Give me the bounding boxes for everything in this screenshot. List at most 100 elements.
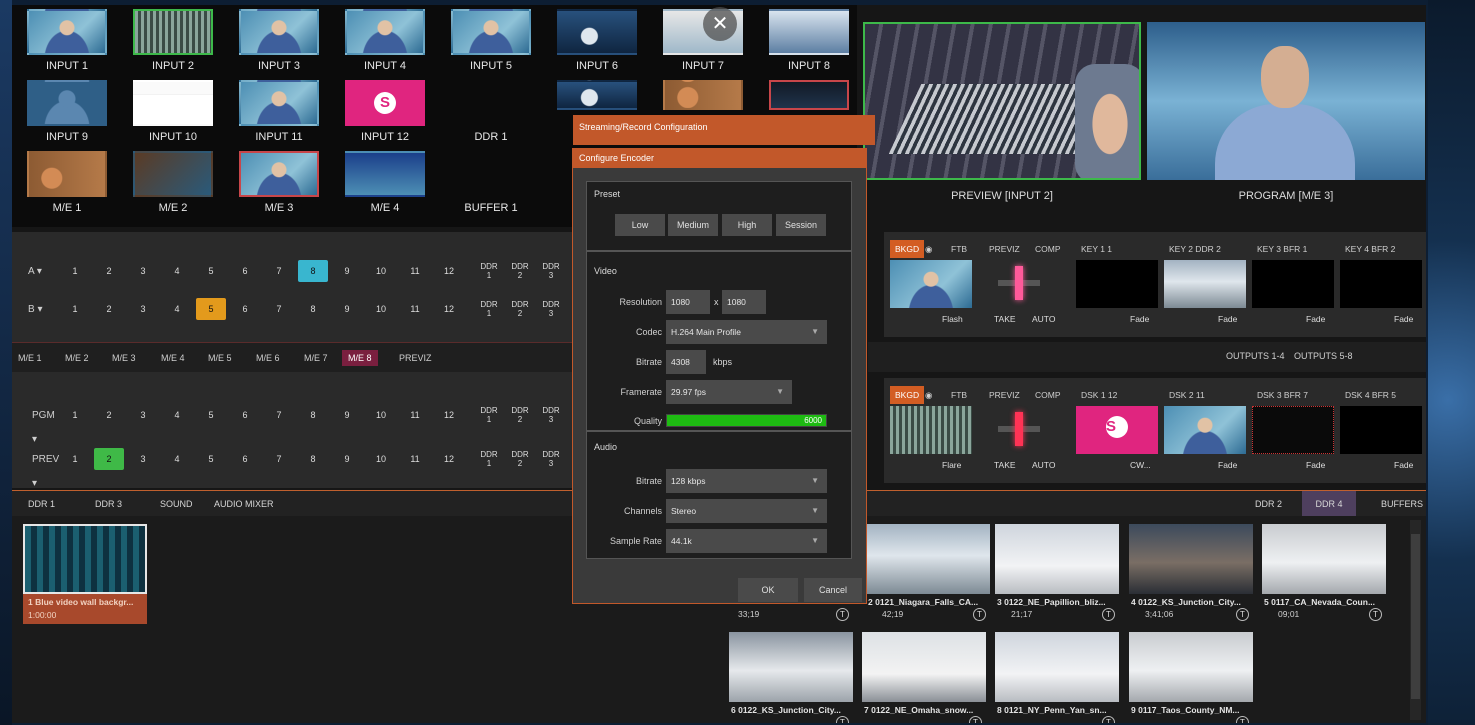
sample-rate-select[interactable]: 44.1k ▼ — [666, 529, 827, 553]
preset-high[interactable]: High — [722, 214, 772, 236]
media-clip[interactable]: 5 0117_CA_Nevada_Coun... 09;01 T — [1262, 524, 1386, 622]
mv-input-5[interactable]: INPUT 5 — [438, 7, 544, 78]
trim-icon[interactable]: T — [969, 716, 982, 723]
source-button-12[interactable]: 12 — [434, 404, 464, 426]
tab-ddr-1[interactable]: DDR 1 — [20, 491, 63, 517]
take-button[interactable]: TAKE — [994, 314, 1016, 324]
media-clip[interactable]: 6 0122_KS_Junction_City... T — [729, 632, 853, 723]
eye-icon[interactable]: ◉ — [920, 240, 937, 258]
trim-icon[interactable]: T — [836, 608, 849, 621]
me-tab-6[interactable]: M/E 6 — [250, 350, 286, 366]
source-button-7[interactable]: 7 — [264, 298, 294, 320]
source-ddr-2[interactable]: DDR 2 — [505, 298, 535, 320]
source-button-8[interactable]: 8 — [298, 260, 328, 282]
dsk-2-select[interactable]: DSK 2 11 — [1164, 386, 1210, 404]
source-button-11[interactable]: 11 — [400, 404, 430, 426]
dsk-1-transition[interactable]: CW... — [1130, 460, 1151, 470]
source-button-9[interactable]: 9 — [332, 448, 362, 470]
source-ddr-2[interactable]: DDR 2 — [505, 448, 535, 470]
mv-input-2[interactable]: INPUT 2 — [120, 7, 226, 78]
audio-bitrate-select[interactable]: 128 kbps ▼ — [666, 469, 827, 493]
me-tab-7[interactable]: M/E 7 — [298, 350, 334, 366]
source-button-12[interactable]: 12 — [434, 260, 464, 282]
dsk-2-fade[interactable]: Fade — [1218, 460, 1237, 470]
outputs-1-4-tab[interactable]: OUTPUTS 1-4 — [1226, 351, 1285, 361]
eye-icon[interactable]: ◉ — [920, 386, 937, 404]
source-button-11[interactable]: 11 — [400, 448, 430, 470]
tab-ddr-4[interactable]: DDR 4 — [1302, 491, 1356, 517]
me-tab-2[interactable]: M/E 2 — [59, 350, 95, 366]
source-button-2[interactable]: 2 — [94, 260, 124, 282]
mv-input-3[interactable]: INPUT 3 — [226, 7, 332, 78]
playlist-scrollbar[interactable] — [1410, 520, 1421, 720]
source-button-6[interactable]: 6 — [230, 298, 260, 320]
source-ddr-2[interactable]: DDR 2 — [505, 404, 535, 426]
mv-me-3[interactable]: M/E 3 — [226, 149, 332, 220]
source-ddr-1[interactable]: DDR 1 — [474, 298, 504, 320]
source-button-4[interactable]: 4 — [162, 298, 192, 320]
source-button-10[interactable]: 10 — [366, 404, 396, 426]
bkgd-button[interactable]: BKGD — [890, 240, 925, 258]
me-tab-5[interactable]: M/E 5 — [202, 350, 238, 366]
source-button-5[interactable]: 5 — [196, 298, 226, 320]
key-3-select[interactable]: KEY 3 BFR 1 — [1252, 240, 1312, 258]
media-clip[interactable]: 8 0121_NY_Penn_Yan_sn... T — [995, 632, 1119, 723]
row-a-selector[interactable]: A ▾ — [20, 260, 58, 284]
previz-button-2[interactable]: PREVIZ — [984, 386, 1025, 404]
source-button-11[interactable]: 11 — [400, 260, 430, 282]
source-ddr-3[interactable]: DDR 3 — [536, 448, 566, 470]
ddr-1-selected-clip[interactable]: 1 Blue video wall backgr... 1:00:00 — [23, 524, 147, 624]
trim-icon[interactable]: T — [1236, 716, 1249, 723]
tab-ddr-3[interactable]: DDR 3 — [87, 491, 130, 517]
auto-button[interactable]: AUTO — [1032, 314, 1055, 324]
mv-input-1[interactable]: INPUT 1 — [14, 7, 120, 78]
dsk-3-select[interactable]: DSK 3 BFR 7 — [1252, 386, 1313, 404]
trim-icon[interactable]: T — [1369, 608, 1382, 621]
me-tab-3[interactable]: M/E 3 — [106, 350, 142, 366]
mv-me-2[interactable]: M/E 2 — [120, 149, 226, 220]
source-button-12[interactable]: 12 — [434, 298, 464, 320]
previz-button[interactable]: PREVIZ — [984, 240, 1025, 258]
source-ddr-1[interactable]: DDR 1 — [474, 260, 504, 282]
t-bar[interactable] — [994, 260, 1044, 308]
source-button-7[interactable]: 7 — [264, 404, 294, 426]
trim-icon[interactable]: T — [1102, 716, 1115, 723]
dsk-4-select[interactable]: DSK 4 BFR 5 — [1340, 386, 1401, 404]
source-button-1[interactable]: 1 — [60, 260, 90, 282]
media-clip[interactable]: 2 0121_Niagara_Falls_CA... 42;19 T — [866, 524, 990, 622]
resolution-height-input[interactable]: 1080 — [722, 290, 766, 314]
media-clip[interactable]: 9 0117_Taos_County_NM... T — [1129, 632, 1253, 723]
source-button-7[interactable]: 7 — [264, 260, 294, 282]
media-clip[interactable]: 4 0122_KS_Junction_City... 3;41;06 T — [1129, 524, 1253, 622]
source-button-8[interactable]: 8 — [298, 298, 328, 320]
dsk-1-select[interactable]: DSK 1 12 — [1076, 386, 1122, 404]
prev-selector[interactable]: PREV ▾ — [24, 448, 62, 489]
source-button-10[interactable]: 10 — [366, 298, 396, 320]
bkgd-button-2[interactable]: BKGD — [890, 386, 925, 404]
source-button-2[interactable]: 2 — [94, 448, 124, 470]
bitrate-input[interactable]: 4308 — [666, 350, 706, 374]
tab-sound[interactable]: SOUND — [152, 491, 201, 517]
t-bar-2[interactable] — [994, 406, 1044, 454]
source-button-3[interactable]: 3 — [128, 404, 158, 426]
preset-session[interactable]: Session — [776, 214, 826, 236]
source-button-3[interactable]: 3 — [128, 448, 158, 470]
source-ddr-3[interactable]: DDR 3 — [536, 404, 566, 426]
source-button-3[interactable]: 3 — [128, 298, 158, 320]
me-tab-4[interactable]: M/E 4 — [155, 350, 191, 366]
source-ddr-3[interactable]: DDR 3 — [536, 260, 566, 282]
source-button-2[interactable]: 2 — [94, 298, 124, 320]
mv-ddr-1[interactable]: DDR 1 — [438, 78, 544, 149]
trim-icon[interactable]: T — [1102, 608, 1115, 621]
source-button-1[interactable]: 1 — [60, 404, 90, 426]
close-icon[interactable]: ✕ — [703, 7, 737, 41]
source-button-9[interactable]: 9 — [332, 260, 362, 282]
me-tab-1[interactable]: M/E 1 — [12, 350, 48, 366]
source-button-6[interactable]: 6 — [230, 260, 260, 282]
source-button-4[interactable]: 4 — [162, 448, 192, 470]
source-button-9[interactable]: 9 — [332, 404, 362, 426]
key-1-fade[interactable]: Fade — [1130, 314, 1149, 324]
mv-input-10[interactable]: INPUT 10 — [120, 78, 226, 149]
source-button-7[interactable]: 7 — [264, 448, 294, 470]
dsk-4-fade[interactable]: Fade — [1394, 460, 1413, 470]
